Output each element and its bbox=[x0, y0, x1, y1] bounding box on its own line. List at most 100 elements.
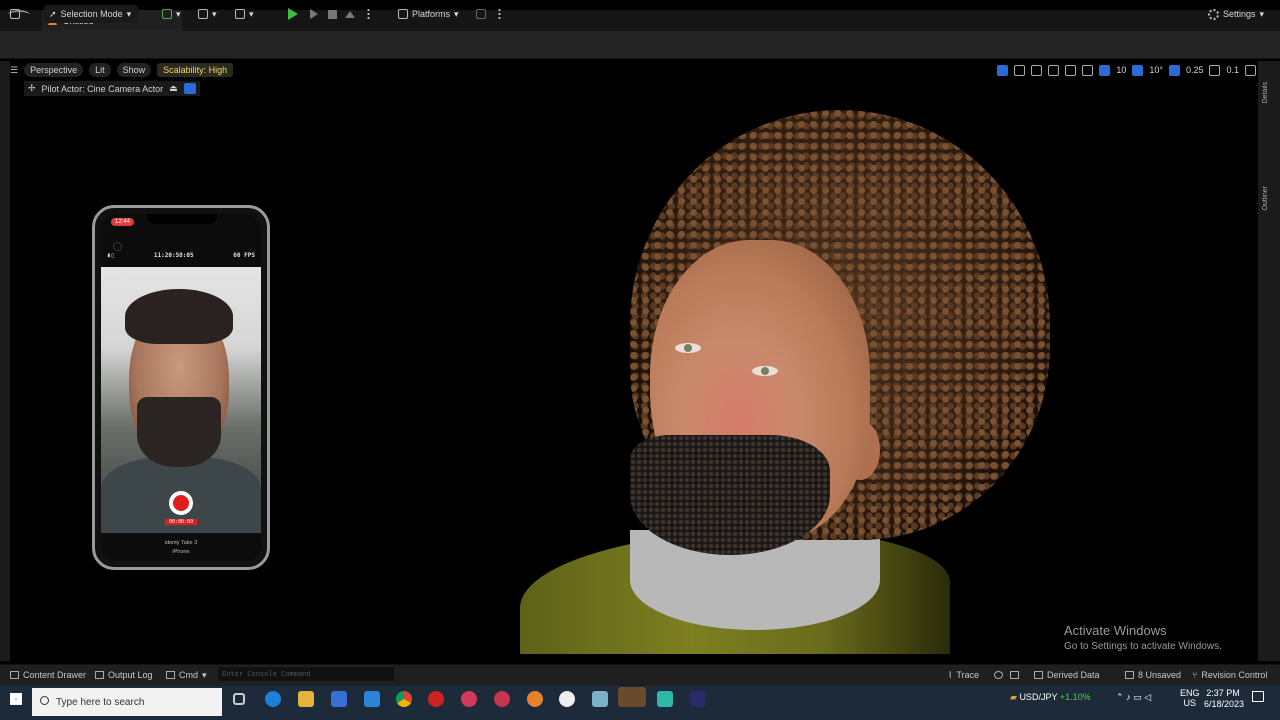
terminal-icon bbox=[166, 671, 175, 679]
left-dock-edge bbox=[0, 61, 10, 661]
chrome-icon[interactable] bbox=[396, 691, 412, 707]
taskbar-clock[interactable]: 2:37 PM 6/18/2023 bbox=[1204, 688, 1245, 710]
content-drawer-icon bbox=[10, 671, 19, 679]
ticker-widget[interactable]: ▰ USD/JPY +1.10% bbox=[1010, 692, 1091, 703]
outliner-panel-tab[interactable]: Outliner bbox=[1262, 186, 1269, 211]
activate-windows-watermark: Activate Windows Go to Settings to activ… bbox=[1064, 623, 1222, 652]
perspective-button[interactable]: Perspective bbox=[24, 63, 84, 77]
activate-title: Activate Windows bbox=[1064, 623, 1167, 638]
task-view-icon[interactable] bbox=[233, 693, 245, 705]
pilot-actor-bar[interactable]: ✢ Pilot Actor: Cine Camera Actor ⏏ bbox=[24, 81, 200, 96]
derived-data-button[interactable]: Derived Data bbox=[1034, 669, 1100, 681]
select-mode-icon[interactable] bbox=[997, 64, 1009, 76]
ticker-change: +1.10% bbox=[1059, 692, 1091, 702]
stop-button[interactable] bbox=[328, 5, 337, 23]
mail-icon[interactable] bbox=[364, 691, 380, 707]
phone-status-row: ▮▯ 11:20:58:05 60 FPS bbox=[101, 252, 261, 259]
save-icon[interactable] bbox=[10, 5, 20, 23]
app-orange-icon[interactable] bbox=[527, 691, 543, 707]
beard bbox=[630, 435, 830, 555]
viewport-toolbar-right: 10 10° 0.25 0.1 bbox=[997, 62, 1256, 78]
eject-button[interactable] bbox=[345, 5, 355, 23]
phone-take-info: identy Take 3 iPhone bbox=[101, 539, 261, 557]
notification-icon[interactable] bbox=[1252, 691, 1264, 702]
more-options-icon[interactable] bbox=[498, 5, 501, 23]
scale-snap-icon[interactable] bbox=[1168, 64, 1180, 76]
trace-button[interactable]: ⌇ Trace bbox=[948, 669, 979, 681]
show-button[interactable]: Show bbox=[116, 63, 152, 77]
scalability-badge[interactable]: Scalability: High bbox=[157, 63, 234, 77]
viewport-toolbar-left: ☰ Perspective Lit Show Scalability: High bbox=[10, 62, 234, 78]
selection-mode-label: Selection Mode bbox=[60, 9, 123, 19]
screenshot-icon[interactable] bbox=[1010, 669, 1019, 681]
eject-pilot-icon[interactable]: ⏏ bbox=[169, 83, 178, 94]
content-drawer-button[interactable]: Content Drawer bbox=[10, 669, 86, 681]
cursor-icon: ➚ bbox=[49, 8, 57, 19]
main-toolbar bbox=[0, 31, 1280, 59]
lit-button[interactable]: Lit bbox=[89, 63, 111, 77]
unreal-engine-icon[interactable] bbox=[559, 691, 575, 707]
windows-start-icon[interactable] bbox=[10, 693, 22, 705]
platforms-icon bbox=[398, 9, 408, 19]
camera-icon[interactable] bbox=[183, 83, 196, 94]
surface-snap-icon[interactable] bbox=[1082, 64, 1094, 76]
language-indicator[interactable]: ENG US bbox=[1180, 688, 1200, 708]
layout-icon[interactable] bbox=[1245, 64, 1256, 76]
viewport-menu-icon[interactable]: ☰ bbox=[10, 65, 18, 76]
app-red-icon[interactable] bbox=[428, 691, 444, 707]
cinematics-button[interactable]: ▾ bbox=[235, 5, 254, 23]
selection-mode-dropdown[interactable]: ➚ Selection Mode ▾ bbox=[44, 5, 138, 23]
app-teal-icon[interactable] bbox=[657, 691, 673, 707]
title-bar bbox=[0, 10, 1280, 31]
translate-icon[interactable] bbox=[1014, 64, 1026, 76]
edge-icon[interactable] bbox=[265, 691, 281, 707]
launch-icon[interactable] bbox=[476, 5, 486, 23]
pilot-actor-label: Pilot Actor: Cine Camera Actor bbox=[41, 83, 164, 94]
device-name: iPhone bbox=[172, 549, 190, 555]
app-wave-icon[interactable] bbox=[494, 691, 510, 707]
take-name: identy Take 3 bbox=[164, 540, 198, 546]
scale-snap-value[interactable]: 0.25 bbox=[1186, 65, 1204, 75]
app-lightblue-icon[interactable] bbox=[592, 691, 608, 707]
details-panel-tab[interactable]: Details bbox=[1262, 82, 1269, 103]
console-command-input[interactable]: Enter Console Command bbox=[218, 667, 394, 681]
output-log-button[interactable]: Output Log bbox=[95, 669, 153, 681]
cmd-dropdown[interactable]: Cmd ▾ bbox=[166, 669, 207, 681]
taskbar-search-input[interactable]: Type here to search bbox=[32, 688, 222, 716]
platforms-dropdown[interactable]: Platforms ▾ bbox=[398, 5, 459, 23]
left-eye bbox=[675, 343, 701, 353]
rotation-snap-value[interactable]: 10° bbox=[1149, 65, 1163, 75]
app-ste-icon[interactable] bbox=[461, 691, 477, 707]
rotation-snap-icon[interactable] bbox=[1132, 64, 1144, 76]
blueprint-button[interactable]: ▾ bbox=[198, 5, 217, 23]
platforms-label: Platforms bbox=[412, 9, 451, 19]
file-explorer-icon[interactable] bbox=[298, 691, 314, 707]
tray-icons[interactable]: ⌃ ♪ ▭ ◁ bbox=[1116, 692, 1151, 703]
settings-button[interactable]: Settings ▾ bbox=[1208, 5, 1264, 23]
search-icon bbox=[40, 696, 49, 705]
camera-speed-icon[interactable] bbox=[1209, 64, 1221, 76]
clock-date: 6/18/2023 bbox=[1204, 699, 1245, 709]
output-log-icon bbox=[95, 671, 104, 679]
store-icon[interactable] bbox=[331, 691, 347, 707]
unsaved-icon bbox=[1125, 671, 1134, 679]
metahuman-render bbox=[520, 90, 1050, 654]
unsaved-button[interactable]: 8 Unsaved bbox=[1125, 669, 1181, 681]
world-local-icon[interactable] bbox=[1065, 64, 1077, 76]
camera-speed-value[interactable]: 0.1 bbox=[1226, 65, 1239, 75]
mic-icon: ♪ bbox=[1126, 692, 1131, 702]
record-status-icon[interactable] bbox=[994, 669, 1003, 681]
app-active-icon[interactable] bbox=[618, 687, 646, 707]
step-button[interactable] bbox=[310, 5, 318, 23]
rotate-icon[interactable] bbox=[1031, 64, 1043, 76]
grid-snap-icon[interactable] bbox=[1099, 64, 1111, 76]
premiere-icon[interactable] bbox=[690, 691, 706, 707]
grid-snap-value[interactable]: 10 bbox=[1116, 65, 1126, 75]
chevron-down-icon: ▾ bbox=[126, 8, 132, 19]
play-options-icon[interactable] bbox=[367, 5, 370, 23]
scale-icon[interactable] bbox=[1048, 64, 1060, 76]
play-button[interactable] bbox=[288, 5, 298, 23]
revision-control-button[interactable]: ⑂ Revision Control bbox=[1192, 669, 1267, 681]
add-actor-button[interactable]: ▾ bbox=[162, 5, 181, 23]
chevron-up-icon: ⌃ bbox=[1116, 692, 1124, 702]
